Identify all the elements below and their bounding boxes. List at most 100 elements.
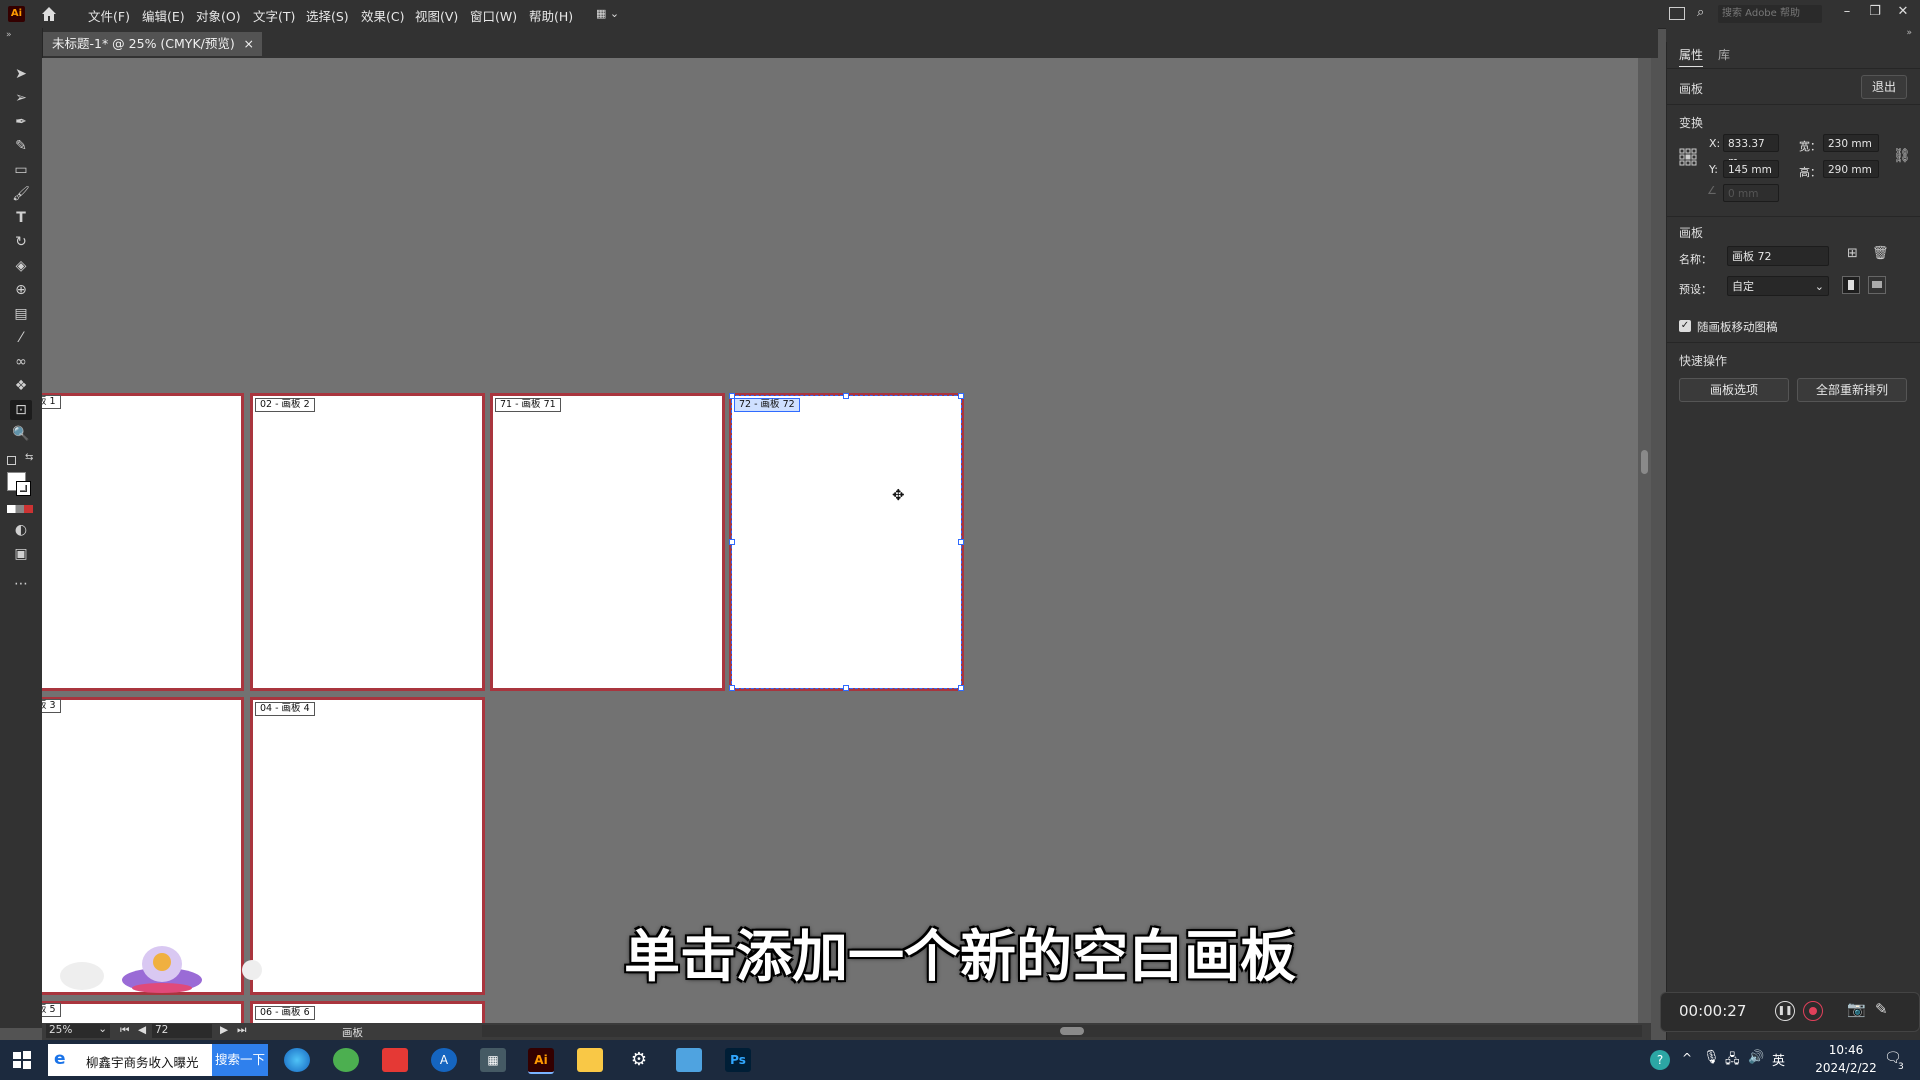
home-icon[interactable]: [40, 5, 58, 23]
pen-tool-icon[interactable]: ✒: [10, 112, 32, 132]
menu-help[interactable]: 帮助(H): [529, 6, 573, 25]
artboard-label[interactable]: 04 - 画板 4: [255, 702, 315, 716]
landscape-orientation-icon[interactable]: [1868, 276, 1886, 294]
help-search-input[interactable]: 搜索 Adobe 帮助: [1718, 5, 1822, 23]
taskbar-search-button[interactable]: 搜索一下: [212, 1044, 268, 1076]
y-input[interactable]: 145 mm: [1723, 160, 1779, 178]
height-input[interactable]: 290 mm: [1823, 160, 1879, 178]
taskbar-date[interactable]: 2024/2/22: [1804, 1061, 1888, 1075]
paintbrush-tool-icon[interactable]: 🖌: [10, 184, 32, 204]
panel-collapse-icon[interactable]: »: [1906, 28, 1912, 38]
width-input[interactable]: 230 mm: [1823, 134, 1879, 152]
swap-colors-icon[interactable]: ⇆: [25, 452, 33, 463]
type-tool-icon[interactable]: T: [10, 208, 32, 228]
microphone-icon[interactable]: 🎙: [1703, 1050, 1720, 1065]
eraser-tool-icon[interactable]: ◈: [10, 256, 32, 276]
artboard-options-button[interactable]: 画板选项: [1679, 378, 1789, 402]
close-window-icon[interactable]: ✕: [1893, 4, 1913, 22]
menu-select[interactable]: 选择(S): [306, 6, 349, 25]
browser-360-icon[interactable]: [333, 1048, 359, 1072]
vertical-scroll-thumb[interactable]: [1641, 450, 1648, 474]
x-input[interactable]: 833.37 m: [1723, 134, 1779, 168]
first-artboard-icon[interactable]: ⏮: [120, 1024, 129, 1037]
workspace-switcher-icon[interactable]: ▦ ⌄: [596, 7, 632, 21]
menu-effect[interactable]: 效果(C): [361, 6, 404, 25]
restore-icon[interactable]: ❐: [1865, 4, 1885, 22]
rotate-tool-icon[interactable]: ↻: [10, 232, 32, 252]
constrain-proportions-icon[interactable]: ⛓: [1893, 148, 1911, 164]
curvature-tool-icon[interactable]: ✎: [10, 136, 32, 156]
delete-artboard-icon[interactable]: 🗑: [1872, 246, 1889, 261]
volume-icon[interactable]: 🔊: [1748, 1050, 1764, 1065]
tab-libraries[interactable]: 库: [1718, 46, 1730, 63]
artboard-label-selected[interactable]: 72 - 画板 72: [734, 398, 800, 412]
illustrator-taskbar-icon[interactable]: Ai: [528, 1048, 554, 1074]
taskbar-time[interactable]: 10:46: [1814, 1043, 1878, 1057]
pencil-icon[interactable]: ✎: [1875, 1000, 1888, 1018]
zoom-tool-icon[interactable]: 🔍: [10, 424, 32, 444]
minimize-icon[interactable]: –: [1837, 4, 1857, 22]
menu-edit[interactable]: 编辑(E): [142, 6, 185, 25]
resize-handle[interactable]: [729, 685, 735, 691]
app-a-icon[interactable]: A: [431, 1048, 457, 1072]
calculator-icon[interactable]: ▦: [480, 1048, 506, 1072]
next-artboard-icon[interactable]: ▶: [220, 1024, 228, 1036]
stroke-swatch[interactable]: [16, 481, 31, 496]
horizontal-scroll-thumb[interactable]: [1060, 1027, 1084, 1035]
resize-handle[interactable]: [958, 393, 964, 399]
artboard-71[interactable]: 71 - 画板 71: [493, 396, 722, 688]
tab-properties[interactable]: 属性: [1679, 46, 1704, 67]
resize-handle[interactable]: [843, 685, 849, 691]
search-icon[interactable]: ⌕: [1697, 5, 1704, 20]
tray-chevron-icon[interactable]: ^: [1682, 1051, 1692, 1065]
toolbar-collapse-icon[interactable]: »: [6, 30, 12, 40]
stop-record-icon[interactable]: [1803, 1001, 1823, 1021]
gradient-tool-icon[interactable]: ▤: [10, 304, 32, 324]
blend-tool-icon[interactable]: ∞: [10, 352, 32, 372]
windows-start-icon[interactable]: [12, 1050, 32, 1070]
artboard-6[interactable]: 06 - 画板 6: [253, 1004, 482, 1023]
screen-mode-icon[interactable]: ▣: [10, 544, 32, 564]
artboard-label[interactable]: 板 1: [42, 395, 61, 409]
menu-view[interactable]: 视图(V): [415, 6, 458, 25]
selection-tool-icon[interactable]: ➤: [10, 64, 32, 84]
rearrange-all-button[interactable]: 全部重新排列: [1797, 378, 1907, 402]
last-artboard-icon[interactable]: ⏭: [237, 1024, 246, 1037]
network-icon[interactable]: 🖧: [1725, 1050, 1740, 1072]
resize-handle[interactable]: [729, 393, 735, 399]
store-icon[interactable]: [382, 1048, 408, 1072]
camera-icon[interactable]: 📷: [1847, 1000, 1866, 1018]
previous-artboard-icon[interactable]: ◀: [138, 1024, 146, 1036]
symbol-sprayer-tool-icon[interactable]: ❖: [10, 376, 32, 396]
artboard-label[interactable]: 71 - 画板 71: [495, 398, 561, 412]
remote-desktop-icon[interactable]: [676, 1048, 702, 1072]
portrait-orientation-icon[interactable]: [1842, 276, 1860, 294]
assistant-tray-icon[interactable]: ?: [1650, 1050, 1670, 1070]
vertical-scrollbar[interactable]: [1638, 58, 1651, 1023]
direct-selection-tool-icon[interactable]: ➢: [10, 88, 32, 108]
exit-button[interactable]: 退出: [1861, 75, 1907, 99]
color-mode-icons[interactable]: [7, 505, 33, 513]
artboard-label[interactable]: 板 3: [42, 699, 61, 713]
artboard-number-field[interactable]: 72: [152, 1024, 212, 1038]
reference-point-icon[interactable]: [1679, 148, 1697, 166]
menu-file[interactable]: 文件(F): [88, 6, 130, 25]
artboard-72[interactable]: 72 - 画板 72 ✥: [729, 393, 964, 691]
file-explorer-icon[interactable]: [577, 1048, 603, 1072]
shape-builder-tool-icon[interactable]: ⊕: [10, 280, 32, 300]
settings-icon[interactable]: ⚙: [626, 1048, 652, 1072]
artboard-2[interactable]: 02 - 画板 2: [253, 396, 482, 688]
more-tools-icon[interactable]: ⋯: [10, 574, 32, 594]
menu-object[interactable]: 对象(O): [196, 6, 241, 25]
artboard-name-input[interactable]: 画板 72: [1727, 246, 1829, 266]
zoom-dropdown[interactable]: 25% ⌄: [46, 1023, 110, 1038]
resize-handle[interactable]: [729, 539, 735, 545]
artboard-1[interactable]: 板 1: [42, 395, 241, 688]
artboard-label[interactable]: 02 - 画板 2: [255, 398, 315, 412]
eyedropper-tool-icon[interactable]: ⁄: [10, 328, 32, 348]
draw-mode-icon[interactable]: ◐: [10, 520, 32, 540]
taskbar-search-box[interactable]: e 柳鑫宇商务收入曝光: [48, 1044, 212, 1076]
rectangle-tool-icon[interactable]: ▭: [10, 160, 32, 180]
resize-handle[interactable]: [958, 539, 964, 545]
photoshop-taskbar-icon[interactable]: Ps: [725, 1048, 751, 1072]
